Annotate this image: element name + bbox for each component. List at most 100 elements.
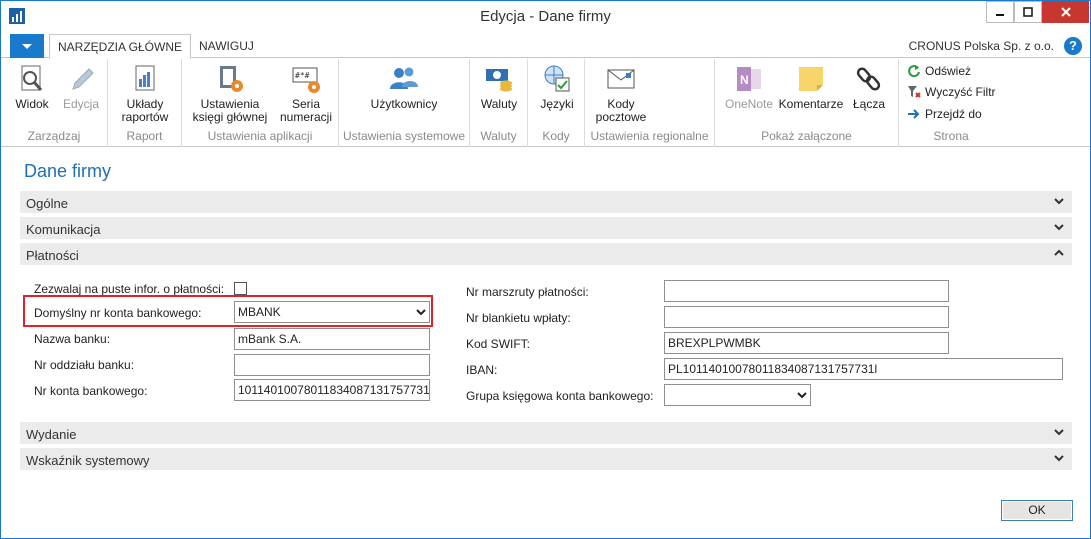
fasttab-platnosci[interactable]: Płatności <box>20 243 1072 266</box>
allow-blank-payment-checkbox[interactable] <box>234 282 247 295</box>
svg-text:N: N <box>740 73 749 87</box>
bank-name-field[interactable]: mBank S.A. <box>234 328 430 350</box>
edycja-label: Edycja <box>62 97 100 111</box>
group-label-pokaz-zalaczone: Pokaż załączone <box>761 129 852 143</box>
chevron-down-icon <box>1054 224 1064 231</box>
comments-icon <box>799 67 823 91</box>
app-window: Edycja - Dane firmy NARZĘDZIA GŁÓWNE NAW… <box>0 0 1091 539</box>
goto-icon <box>908 109 920 119</box>
minimize-button[interactable] <box>986 1 1014 23</box>
ribbon-group-pokaz-zalaczone: N OneNote Komentarze Łącza Pokaż załączo… <box>715 59 899 147</box>
chevron-up-icon <box>1054 249 1064 256</box>
group-label-waluty: Waluty <box>480 129 517 143</box>
group-label-ustawienia-regionalne: Ustawienia regionalne <box>590 129 709 143</box>
default-bank-account-select[interactable]: MBANK <box>234 301 430 323</box>
komentarze-button[interactable]: Komentarze <box>777 63 845 111</box>
widok-label: Widok <box>15 97 49 111</box>
group-label-kody: Kody <box>542 129 570 143</box>
jezyki-label: Języki <box>540 97 574 111</box>
komentarze-label: Komentarze <box>778 97 844 111</box>
bank-posting-group-select[interactable] <box>664 384 811 406</box>
ribbon-group-ustawienia-systemowe: Użytkownicy Ustawienia systemowe <box>339 59 470 147</box>
uklady-raportow-button[interactable]: Układy raportów <box>114 63 176 124</box>
kody-pocztowe-button[interactable]: Kody pocztowe <box>593 63 649 124</box>
fasttab-komunikacja-label: Komunikacja <box>26 222 101 237</box>
bank-account-no-label: Nr konta bankowego: <box>34 384 148 398</box>
ustawienia-ksiegi-button[interactable]: Ustawienia księgi głównej <box>188 63 272 124</box>
widok-button[interactable]: Widok <box>7 63 57 111</box>
giro-no-field[interactable] <box>664 306 949 328</box>
ribbon-group-kody: Języki Kody <box>528 59 585 147</box>
swift-code-label: Kod SWIFT: <box>466 337 531 351</box>
swift-code-field[interactable]: BREXPLPWMBK <box>664 332 949 354</box>
title-bar: Edycja - Dane firmy <box>1 1 1090 32</box>
bank-account-no-field[interactable]: 10114010078011834087131757731l <box>234 379 430 401</box>
tab-narzedzia-glowne[interactable]: NARZĘDZIA GŁÓWNE <box>49 34 192 59</box>
fasttab-platnosci-label: Płatności <box>26 248 79 263</box>
postcodes-icon <box>607 69 635 89</box>
default-bank-account-label: Domyślny nr konta bankowego: <box>34 306 202 320</box>
tab-nawiguj[interactable]: NAWIGUJ <box>191 34 262 59</box>
seria-numeracji-button[interactable]: #*# Seria numeracji <box>278 63 334 124</box>
currency-icon <box>486 69 512 92</box>
ribbon-group-ustawienia-regionalne: Kody pocztowe Ustawienia regionalne <box>585 59 715 147</box>
odswiez-button[interactable]: Odśwież <box>907 61 971 81</box>
maximize-button[interactable] <box>1014 1 1042 23</box>
uzytkownicy-label: Użytkownicy <box>370 97 438 111</box>
jezyki-button[interactable]: Języki <box>532 63 582 111</box>
fasttab-komunikacja[interactable]: Komunikacja <box>20 217 1072 240</box>
fasttab-wskaznik-systemowy[interactable]: Wskaźnik systemowy <box>20 448 1072 471</box>
application-menu-button[interactable] <box>10 34 44 58</box>
przejdz-do-button[interactable]: Przejdź do <box>907 104 982 124</box>
chevron-down-icon <box>1054 429 1064 436</box>
lacza-button[interactable]: Łącza <box>847 63 891 111</box>
payment-routing-field[interactable] <box>664 280 949 302</box>
payment-routing-label: Nr marszruty płatności: <box>466 285 589 299</box>
fasttab-ogolne[interactable]: Ogólne <box>20 191 1072 214</box>
group-label-zarzadzaj: Zarządzaj <box>27 129 81 143</box>
allow-blank-payment-label: Zezwalaj na puste infor. o płatności: <box>34 282 225 296</box>
edycja-button[interactable]: Edycja <box>59 63 103 111</box>
group-label-ustawienia-aplikacji: Ustawienia aplikacji <box>207 129 313 143</box>
view-icon <box>21 65 43 91</box>
onenote-label: OneNote <box>724 97 774 111</box>
fasttab-wydanie-label: Wydanie <box>26 427 77 442</box>
przejdz-do-label: Przejdź do <box>925 107 982 121</box>
svg-text:#*#: #*# <box>295 71 310 80</box>
languages-icon <box>544 65 570 92</box>
ledger-setup-icon <box>220 66 243 92</box>
company-name: CRONUS Polska Sp. z o.o. <box>908 39 1054 53</box>
uklady-raportow-label: Układy raportów <box>121 97 169 124</box>
ribbon-tab-strip: NARZĘDZIA GŁÓWNE NAWIGUJ CRONUS Polska S… <box>1 34 1090 59</box>
clear-filter-icon <box>908 86 921 98</box>
iban-field[interactable]: PL10114010078011834087131757731l <box>664 358 1063 380</box>
ok-button[interactable]: OK <box>1001 500 1073 521</box>
chevron-down-icon <box>1054 455 1064 462</box>
ribbon-group-waluty: Waluty Waluty <box>470 59 528 147</box>
ustawienia-ksiegi-label: Ustawienia księgi głównej <box>192 97 268 124</box>
ribbon-group-strona: Odśwież Wyczyść Filtr Przejdź do Strona <box>899 59 1003 147</box>
help-icon[interactable]: ? <box>1064 37 1082 55</box>
close-button[interactable] <box>1042 1 1089 23</box>
wyczysc-filtr-button[interactable]: Wyczyść Filtr <box>907 82 996 102</box>
bank-branch-field[interactable] <box>234 354 430 376</box>
number-series-icon: #*# <box>292 67 320 93</box>
group-label-strona: Strona <box>933 129 969 143</box>
maximize-icon <box>1023 7 1033 17</box>
odswiez-label: Odśwież <box>925 64 972 78</box>
links-icon <box>856 67 881 91</box>
onenote-button[interactable]: N OneNote <box>721 63 777 111</box>
minimize-icon <box>996 14 1004 16</box>
fasttab-wskaznik-label: Wskaźnik systemowy <box>26 453 150 468</box>
waluty-button[interactable]: Waluty <box>474 63 524 111</box>
onenote-icon: N <box>737 67 761 91</box>
chevron-down-icon <box>797 392 807 399</box>
chevron-down-icon <box>1054 198 1064 205</box>
group-label-ustawienia-systemowe: Ustawienia systemowe <box>342 129 466 143</box>
default-bank-account-value: MBANK <box>238 305 281 319</box>
ribbon-group-ustawienia-aplikacji: Ustawienia księgi głównej #*# Seria nume… <box>182 59 339 147</box>
close-icon <box>1060 7 1071 17</box>
fasttab-wydanie[interactable]: Wydanie <box>20 422 1072 445</box>
bank-posting-group-label: Grupa księgowa konta bankowego: <box>466 389 654 403</box>
uzytkownicy-button[interactable]: Użytkownicy <box>345 63 463 111</box>
